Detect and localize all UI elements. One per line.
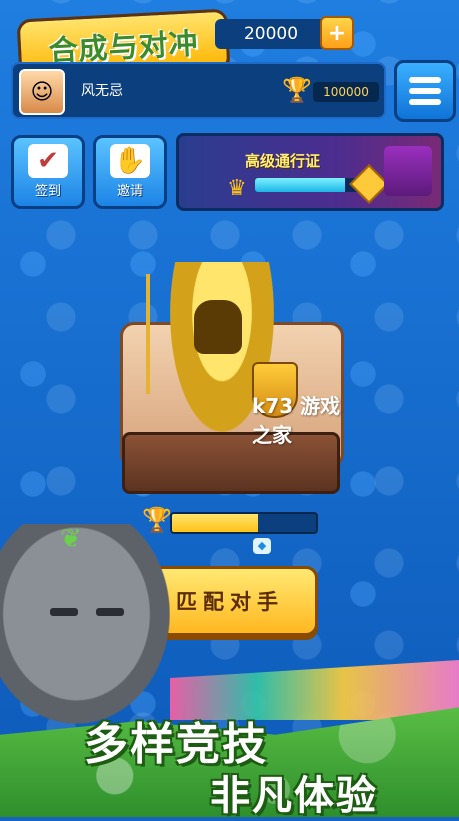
checkin-button[interactable]: ✔ 签到 — [11, 135, 85, 209]
golem-eye — [50, 608, 78, 616]
rank-progress-fill — [172, 514, 259, 532]
handshake-icon: ✋ — [110, 144, 150, 178]
calendar-icon: ✔ — [28, 144, 68, 178]
chest-icon — [384, 146, 432, 196]
spear-icon — [146, 274, 150, 394]
leaf-icon: ❦ — [60, 524, 82, 554]
coin-balance: 20000 — [215, 19, 327, 49]
menu-line-icon — [409, 99, 441, 105]
crown-icon: ♛ — [227, 176, 247, 201]
golem-eye — [96, 608, 124, 616]
menu-line-icon — [409, 88, 441, 94]
battle-pass-progress-fill — [255, 178, 345, 192]
add-coins-button[interactable]: + — [320, 16, 354, 50]
battle-pass-title: 高级通行证 — [245, 152, 321, 170]
player-name: 风无忌 — [81, 83, 123, 99]
stone-golem: ❦ — [0, 524, 170, 724]
trophy-icon: 🏆 — [282, 76, 312, 104]
reward-chip-icon[interactable]: ◆ — [253, 538, 271, 554]
slogan-line-2: 非凡体验 — [210, 773, 378, 819]
menu-button[interactable] — [394, 60, 456, 122]
checkin-label: 签到 — [34, 184, 61, 199]
rank-progress-track — [170, 512, 318, 534]
arena-display: k73 游戏之家 — [112, 262, 344, 494]
watermark: k73 游戏之家 — [252, 394, 341, 447]
player-profile-bar: ☺ 风无忌 🏆 100000 — [11, 62, 386, 119]
menu-line-icon — [409, 77, 441, 83]
knight-visor — [194, 300, 242, 354]
invite-button[interactable]: ✋ 邀请 — [93, 135, 167, 209]
trophy-count: 100000 — [313, 82, 379, 102]
gem-icon — [349, 164, 389, 204]
avatar[interactable]: ☺ — [19, 69, 65, 115]
invite-label: 邀请 — [116, 184, 143, 199]
battle-pass-banner[interactable]: 高级通行证 ♛ — [176, 133, 444, 211]
